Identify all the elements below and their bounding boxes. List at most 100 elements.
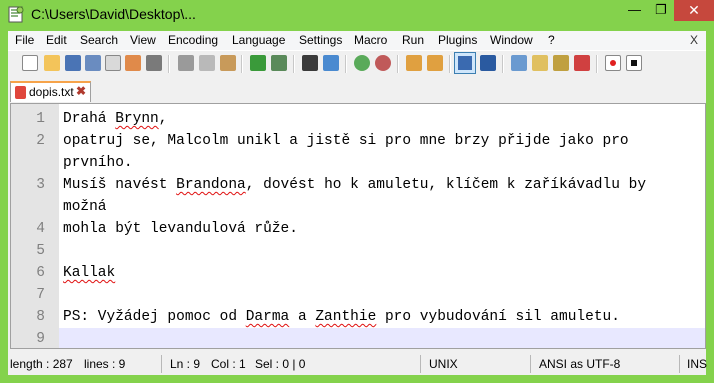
stop-record-icon[interactable] <box>626 55 642 71</box>
toolbar-separator <box>449 55 451 73</box>
toolbar-separator <box>502 55 504 73</box>
replace-icon[interactable] <box>323 55 339 71</box>
show-all-chars-icon[interactable] <box>480 55 496 71</box>
close-window-button[interactable]: ✕ <box>674 0 714 21</box>
minimize-button[interactable]: — <box>621 0 648 21</box>
misspelled-word: Darma <box>245 309 290 325</box>
text-run: a <box>289 309 316 325</box>
line-number: 5 <box>36 243 45 259</box>
status-encoding: ANSI as UTF-8 <box>539 357 621 371</box>
line-text: Kallak <box>63 262 115 284</box>
toolbar-separator <box>397 55 399 73</box>
line-number: 4 <box>36 221 45 237</box>
toolbar-separator <box>168 55 170 73</box>
tab-label: dopis.txt <box>29 85 74 99</box>
undo-icon[interactable] <box>250 55 266 71</box>
line-text: opatruj se, Malcolm unikl a jistě si pro… <box>63 130 629 152</box>
menu-plugins[interactable]: Plugins <box>438 33 477 47</box>
misspelled-word: Zanthie <box>315 309 377 325</box>
tab-dopis[interactable]: dopis.txt ✖ <box>10 81 91 102</box>
menu-edit[interactable]: Edit <box>46 33 67 47</box>
function-list-icon[interactable] <box>553 55 569 71</box>
line-text: Drahá Brynn, <box>63 108 167 130</box>
toolbar-separator <box>596 55 598 73</box>
window-title: C:\Users\David\Desktop\... <box>31 6 196 22</box>
editor-line[interactable]: 9 <box>11 328 705 348</box>
menu-settings[interactable]: Settings <box>299 33 342 47</box>
editor-line[interactable]: prvního. <box>11 152 705 174</box>
title-bar[interactable]: C:\Users\David\Desktop\... — ❐ ✕ <box>0 0 714 30</box>
text-run: , <box>158 111 168 127</box>
word-wrap-button[interactable] <box>454 52 476 74</box>
close-all-icon[interactable] <box>125 55 141 71</box>
status-lines: lines : 9 <box>84 357 126 371</box>
status-eol: UNIX <box>429 357 458 371</box>
menu-window[interactable]: Window <box>490 33 533 47</box>
copy-icon[interactable] <box>199 55 215 71</box>
print-icon[interactable] <box>146 55 162 71</box>
open-file-icon[interactable] <box>44 55 60 71</box>
save-all-icon[interactable] <box>85 55 101 71</box>
line-number: 8 <box>36 309 45 325</box>
status-divider <box>161 355 162 373</box>
indent-guide-icon[interactable] <box>511 55 527 71</box>
toolbar <box>8 50 706 77</box>
editor-line[interactable]: 1 Drahá Brynn, <box>11 108 705 130</box>
tab-bar: dopis.txt ✖ <box>8 77 706 103</box>
toolbar-separator <box>293 55 295 73</box>
toolbar-separator <box>241 55 243 73</box>
tab-close-button[interactable]: ✖ <box>76 84 86 98</box>
sync-horizontal-icon[interactable] <box>427 55 443 71</box>
toolbar-separator <box>345 55 347 73</box>
text-run: mohla být levandulová růže. <box>63 221 298 237</box>
zoom-out-icon[interactable] <box>375 55 391 71</box>
text-editor[interactable]: 1 Drahá Brynn, 2 opatruj se, Malcolm unikl … <box>10 103 706 349</box>
editor-line[interactable]: 2 opatruj se, Malcolm unikl a jistě si pr… <box>11 130 705 152</box>
line-number: 3 <box>36 177 45 193</box>
misspelled-word: Kallak <box>63 265 116 281</box>
new-file-icon[interactable] <box>22 55 38 71</box>
status-selection: Sel : 0 | 0 <box>255 357 306 371</box>
menu-search[interactable]: Search <box>80 33 118 47</box>
close-document-button[interactable]: X <box>690 33 698 47</box>
find-icon[interactable] <box>302 55 318 71</box>
editor-line[interactable]: 7 <box>11 284 705 306</box>
record-macro-icon[interactable] <box>605 55 621 71</box>
paste-icon[interactable] <box>220 55 236 71</box>
redo-icon[interactable] <box>271 55 287 71</box>
menu-bar: File Edit Search View Encoding Language … <box>8 31 706 50</box>
editor-line[interactable]: 8 PS: Vyžádej pomoc od Darma a Zanthie pr… <box>11 306 705 328</box>
status-divider <box>420 355 421 373</box>
line-text: PS: Vyžádej pomoc od Darma a Zanthie pro… <box>63 306 620 328</box>
save-icon[interactable] <box>65 55 81 71</box>
menu-encoding[interactable]: Encoding <box>168 33 218 47</box>
status-bar: length : 287 lines : 9 Ln : 9 Col : 1 Se… <box>8 353 707 375</box>
text-run: pro vybudování sil amuletu. <box>376 309 620 325</box>
doc-map-icon[interactable] <box>532 55 548 71</box>
line-text: mohla být levandulová růže. <box>63 218 298 240</box>
close-icon[interactable] <box>105 55 121 71</box>
menu-language[interactable]: Language <box>232 33 285 47</box>
editor-line[interactable]: 6 Kallak <box>11 262 705 284</box>
menu-macro[interactable]: Macro <box>354 33 387 47</box>
status-line-number: Ln : 9 <box>170 357 201 371</box>
editor-line[interactable]: 3 Musíš navést Brandona, dovést ho k amul… <box>11 174 705 196</box>
maximize-button[interactable]: ❐ <box>648 0 674 21</box>
text-run: prvního. <box>63 155 133 171</box>
folder-workspace-icon[interactable] <box>574 55 590 71</box>
sync-vertical-icon[interactable] <box>406 55 422 71</box>
editor-line[interactable]: 4 mohla být levandulová růže. <box>11 218 705 240</box>
menu-help[interactable]: ? <box>548 33 555 47</box>
text-run: PS: Vyžádej pomoc od <box>63 309 246 325</box>
line-number: 6 <box>36 265 45 281</box>
editor-line[interactable]: možná <box>11 196 705 218</box>
cut-icon[interactable] <box>178 55 194 71</box>
menu-view[interactable]: View <box>130 33 156 47</box>
menu-run[interactable]: Run <box>402 33 424 47</box>
status-length: length : 287 <box>10 357 73 371</box>
menu-file[interactable]: File <box>15 33 34 47</box>
status-column: Col : 1 <box>211 357 246 371</box>
text-run: , dovést ho k amuletu, klíčem k zaříkáva… <box>245 177 647 193</box>
zoom-in-icon[interactable] <box>354 55 370 71</box>
editor-line[interactable]: 5 <box>11 240 705 262</box>
